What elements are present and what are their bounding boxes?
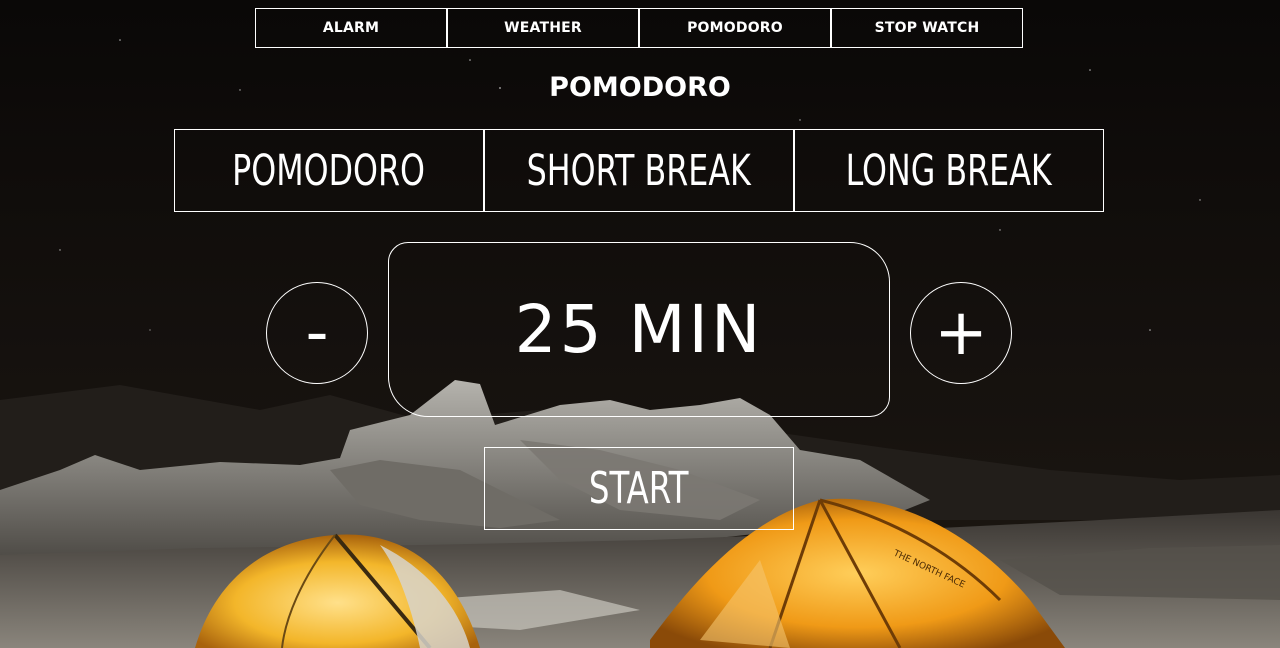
nav-alarm-button[interactable]: ALARM xyxy=(255,8,447,48)
mode-selector: POMODORO SHORT BREAK LONG BREAK xyxy=(174,129,1104,212)
nav-weather-button[interactable]: WEATHER xyxy=(447,8,639,48)
timer-display: 25 MIN xyxy=(388,242,890,417)
page-title: POMODORO xyxy=(549,72,731,103)
mode-short-break-label: SHORT BREAK xyxy=(526,145,752,196)
start-label: START xyxy=(589,463,689,514)
mode-long-break-label: LONG BREAK xyxy=(845,145,1053,196)
nav-stopwatch-button[interactable]: STOP WATCH xyxy=(831,8,1023,48)
top-navigation: ALARM WEATHER POMODORO STOP WATCH xyxy=(255,8,1023,48)
mode-pomodoro-button[interactable]: POMODORO xyxy=(174,129,484,212)
nav-pomodoro-button[interactable]: POMODORO xyxy=(639,8,831,48)
increase-time-button[interactable]: + xyxy=(910,282,1012,384)
mode-long-break-button[interactable]: LONG BREAK xyxy=(794,129,1104,212)
mode-pomodoro-label: POMODORO xyxy=(232,145,426,196)
mode-short-break-button[interactable]: SHORT BREAK xyxy=(484,129,794,212)
start-button[interactable]: START xyxy=(484,447,794,530)
decrease-time-button[interactable]: - xyxy=(266,282,368,384)
